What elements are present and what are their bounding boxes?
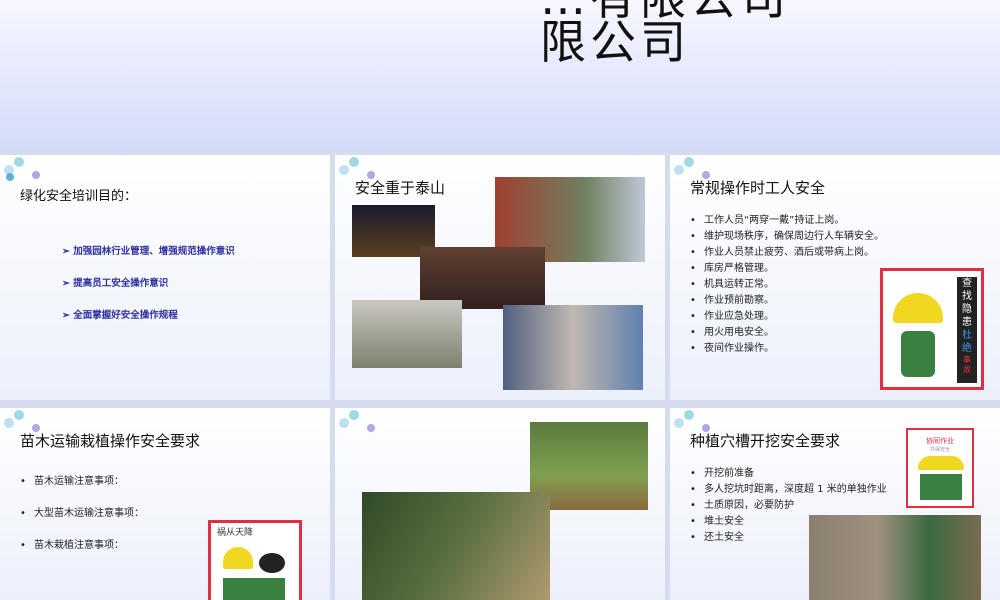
bullet: 维护现场秩序，确保周边行人车辆安全。 [690,229,884,245]
slide-title: 安全重于泰山 [355,179,446,197]
slide-thumb-2[interactable]: 安全重于泰山 [335,155,665,400]
poster-caption: 祸从天降 [217,528,254,538]
safety-poster: 查找隐患杜绝事故 [880,268,984,390]
bullet: 苗木运输注意事项： [20,466,144,498]
decorative-dots-icon [4,157,48,181]
bullet: 作业应急处理。 [690,309,884,325]
poster-char: 杜 [962,330,972,341]
slide-thumb-5[interactable] [335,408,665,600]
poster-char: 找 [962,291,972,302]
slide-title: 常规操作时工人安全 [690,179,826,197]
poster-char: 事 [963,355,971,364]
bullet: 机具运转正常。 [690,277,884,293]
bullet: 作业预前勘察。 [690,293,884,309]
slide-title: 种植穴槽开挖安全要求 [690,432,841,450]
bullet: 用火用电安全。 [690,325,884,341]
bullet-list: 苗木运输注意事项： 大型苗木运输注意事项： 苗木栽植注意事项： [20,466,144,562]
bullet: 开挖前准备 [690,466,887,482]
bullet: 加强园林行业管理、增强规范操作意识 [62,243,235,257]
bullet: 大型苗木运输注意事项： [20,498,144,530]
poster-char: 患 [962,317,972,328]
slide-title: 苗木运输栽植操作安全要求 [20,432,201,450]
bullet-list: 工作人员“两穿一戴”持证上岗。 维护现场秩序，确保周边行人车辆安全。 作业人员禁… [690,213,884,357]
bullet: 库房严格管理。 [690,261,884,277]
bullet: 工作人员“两穿一戴”持证上岗。 [690,213,884,229]
slide-thumb-6[interactable]: 种植穴槽开挖安全要求 开挖前准备 多人挖坑时距离，深度超 1 米的单独作业 土质… [670,408,1000,600]
poster-char: 隐 [962,304,972,315]
bullet: 苗木栽植注意事项： [20,530,144,562]
poster-char: 故 [963,365,971,374]
safety-poster: 协同作业 共保安全 [906,428,974,508]
poster-char: 查 [962,278,972,289]
banner-title: 限公司 [540,15,690,69]
photo-accident [352,300,462,368]
photo-police [503,305,643,390]
slide-title: 绿化安全培训目的： [20,189,138,204]
slide-thumb-3[interactable]: 常规操作时工人安全 工作人员“两穿一戴”持证上岗。 维护现场秩序，确保周边行人车… [670,155,1000,400]
photo-digging-workers [809,515,981,600]
safety-poster: 祸从天降 [208,520,302,600]
bullet: 提高员工安全操作意识 [62,275,168,289]
bullet: 多人挖坑时距离，深度超 1 米的单独作业 [690,482,887,498]
poster-char: 绝 [962,343,972,354]
decorative-dots-icon [339,410,383,434]
bullet: 全面掌握好安全操作规程 [62,307,178,321]
slide-thumb-4[interactable]: 苗木运输栽植操作安全要求 苗木运输注意事项： 大型苗木运输注意事项： 苗木栽植注… [0,408,330,600]
photo-tree-rootball [362,492,550,600]
poster-subcaption: 共保安全 [929,447,950,453]
slide-thumb-1[interactable]: 绿化安全培训目的： 加强园林行业管理、增强规范操作意识 提高员工安全操作意识 全… [0,155,330,400]
bullet: 作业人员禁止疲劳、酒后或带病上岗。 [690,245,884,261]
poster-caption: 协同作业 [926,437,954,445]
title-banner: …有限公司 限公司 [0,0,1000,150]
bullet: 夜间作业操作。 [690,341,884,357]
bullet: 土质原因，必要防护 [690,498,887,514]
